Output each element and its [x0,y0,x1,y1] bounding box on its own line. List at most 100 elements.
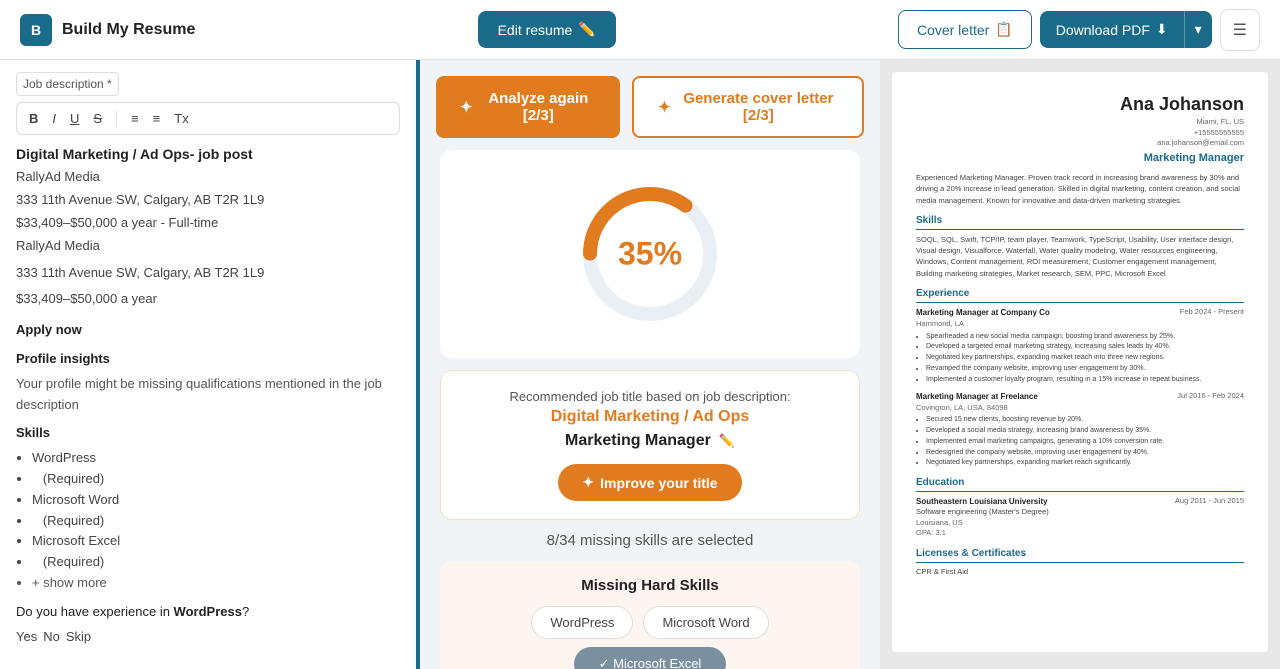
list-item: Implemented email marketing campaigns, g… [926,437,1244,447]
list-item: Developed a targeted email marketing str… [926,342,1244,352]
chevron-down-icon: ▾ [1195,21,1202,37]
job-title-card: Recommended job title based on job descr… [440,370,860,520]
salary-line1: $33,409–$50,000 a year - Full-time [16,213,400,234]
download-btn-group: Download PDF ⬇ ▾ [1040,11,1212,48]
skills-list: WordPress (Required) Microsoft Word (Req… [16,448,400,594]
list-item: WordPress [32,448,400,469]
exp1-location: Hammond, LA [916,319,1244,330]
job-title-card-role: Marketing Manager ✏️ [461,432,839,450]
edu-school: Southeastern Louisiana University [916,496,1048,507]
cover-letter-icon: 📋 [995,21,1012,38]
analyze-again-button[interactable]: ✦ Analyze again [2/3] [436,76,620,138]
toolbar-italic[interactable]: I [48,109,60,128]
edu-gpa: GPA: 3.1 [916,528,1244,539]
main-layout: Job description * B I U S ≡ ≡ Tx Digital… [0,60,1280,669]
toolbar-clear[interactable]: Tx [170,109,192,128]
score-card: 35% [440,150,860,358]
download-label: Download PDF [1056,22,1150,38]
resume-email: ana.johanson@email.com [916,138,1244,149]
resume-exp-1: Marketing Manager at Company Co Feb 2024… [916,307,1244,385]
menu-icon: ☰ [1233,22,1247,39]
resume-summary: Experienced Marketing Manager. Proven tr… [916,172,1244,206]
list-item: Secured 15 new clients, boosting revenue… [926,415,1244,425]
left-panel: Job description * B I U S ≡ ≡ Tx Digital… [0,60,420,669]
analyze-label: Analyze again [2/3] [481,90,597,124]
address-line1: 333 11th Avenue SW, Calgary, AB T2R 1L9 [16,190,400,211]
exp1-bullets: Spearheaded a new social media campaign,… [916,332,1244,385]
yes-answer[interactable]: Yes [16,627,37,648]
edit-role-button[interactable]: ✏️ [719,433,735,449]
header-right-actions: Cover letter 📋 Download PDF ⬇ ▾ ☰ [898,9,1260,51]
skills-row-1: WordPress Microsoft Word [456,606,844,639]
resume-title: Marketing Manager [916,151,1244,166]
edit-resume-button[interactable]: Edit resume ✏️ [478,11,616,48]
current-role-label: Marketing Manager [565,432,711,450]
resume-skills-content: SOQL, SQL, Swift, TCP/IP, team player, T… [916,234,1244,279]
job-desc-label: Job description * [16,72,119,96]
generate-icon: ✦ [658,98,671,116]
toolbar-list2[interactable]: ≡ [149,109,165,128]
right-panel: Ana Johanson Miami, FL, US +15555555555 … [880,60,1280,669]
job-title-card-text: Recommended job title based on job descr… [461,389,839,404]
skills-row-2: ✓ Microsoft Excel [456,647,844,669]
profile-insights-title: Profile insights [16,349,400,370]
resume-location: Miami, FL, US [916,117,1244,128]
job-title: Digital Marketing / Ad Ops- job post [16,143,400,165]
toolbar-underline[interactable]: U [66,109,83,128]
exp1-date: Feb 2024 - Present [1180,307,1244,318]
cover-letter-button[interactable]: Cover letter 📋 [898,10,1032,49]
missing-count-text: 8/34 missing skills are selected [547,532,754,549]
analyze-icon: ✦ [460,98,473,116]
improve-title-icon: ✦ [582,474,594,491]
skill-chip-wordpress[interactable]: WordPress [531,606,633,639]
list-item: (Required) [32,552,400,573]
toolbar-bold[interactable]: B [25,109,42,128]
exp2-location: Covington, LA, USA, 84098 [916,403,1244,414]
edu-date: Aug 2011 - Jun 2015 [1175,496,1244,507]
menu-button[interactable]: ☰ [1220,9,1260,51]
action-buttons-row: ✦ Analyze again [2/3] ✦ Generate cover l… [436,76,864,138]
list-item: (Required) [32,469,400,490]
skills-title: Skills [16,423,400,444]
company-name: RallyAd Media [16,167,400,188]
skill-chip-microsoft-excel[interactable]: ✓ Microsoft Excel [574,647,727,669]
job-title-card-title: Digital Marketing / Ad Ops [461,408,839,426]
skill-chip-microsoft-word[interactable]: Microsoft Word [643,606,768,639]
resume-skills-title: Skills [916,214,1244,230]
exp1-title: Marketing Manager at Company Co [916,307,1050,318]
toolbar-strikethrough[interactable]: S [89,109,106,128]
list-item: Revamped the company website, improving … [926,364,1244,374]
donut-container: 35% [570,174,730,334]
resume-experience-title: Experience [916,287,1244,303]
list-item: Negotiated key partnerships, expanding m… [926,458,1244,468]
show-more-link[interactable]: + show more [32,573,400,594]
header-left: B Build My Resume [20,14,195,46]
resume-exp-2: Marketing Manager at Freelance Jul 2016 … [916,391,1244,469]
list-item: Negotiated key partnerships, expanding m… [926,353,1244,363]
exp2-bullets: Secured 15 new clients, boosting revenue… [916,415,1244,468]
generate-cover-button[interactable]: ✦ Generate cover letter [2/3] [632,76,864,138]
skip-answer[interactable]: Skip [66,627,91,648]
list-item: Redesigned the company website, improvin… [926,448,1244,458]
list-item: Microsoft Word [32,490,400,511]
apply-now: Apply now [16,320,400,341]
job-content: Digital Marketing / Ad Ops- job post Ral… [16,143,400,669]
list-item: Microsoft Excel [32,531,400,552]
company-name2: RallyAd Media [16,236,400,257]
resume-licenses-title: Licenses & Certificates [916,547,1244,563]
list-item: (Required) [32,511,400,532]
no-answer[interactable]: No [43,627,60,648]
download-chevron-button[interactable]: ▾ [1184,11,1212,48]
generate-label: Generate cover letter [2/3] [679,90,838,124]
cover-letter-label: Cover letter [917,22,989,38]
toolbar-list1[interactable]: ≡ [127,109,143,128]
score-percentage: 35% [618,236,682,272]
edu-location: Louisiana, US [916,518,1244,529]
score-label: 35% [618,236,682,273]
resume-edu: Southeastern Louisiana University Aug 20… [916,496,1244,539]
download-button[interactable]: Download PDF ⬇ [1040,11,1184,48]
skills-card: Missing Hard Skills WordPress Microsoft … [440,561,860,669]
app-title: Build My Resume [62,21,195,39]
exp2-title: Marketing Manager at Freelance [916,391,1038,402]
improve-title-button[interactable]: ✦ Improve your title [558,464,741,501]
